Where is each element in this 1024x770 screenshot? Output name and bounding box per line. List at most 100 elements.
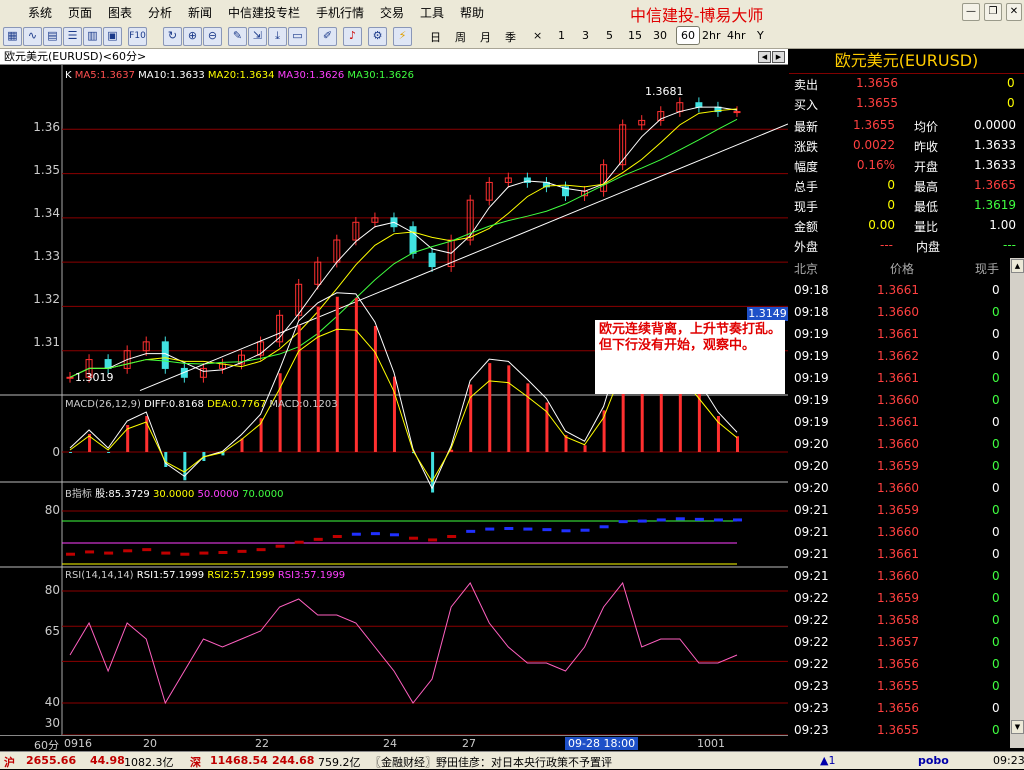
period-month[interactable]: 月 — [480, 29, 491, 45]
trade-row[interactable]: 09:23 1.3655 0 — [789, 719, 1011, 741]
menu-analysis[interactable]: 分析 — [148, 4, 172, 21]
window-icon[interactable]: ▭ — [288, 27, 307, 46]
legend-k: K — [65, 70, 72, 81]
quote-field-value: 1.3665 — [974, 178, 1016, 192]
refresh-icon[interactable]: ↻ — [163, 27, 182, 46]
flash-icon[interactable]: ⚡ — [393, 27, 412, 46]
trade-row[interactable]: 09:20 1.3660 0 — [789, 477, 1011, 499]
trade-time: 09:21 — [794, 503, 829, 517]
tools-icon[interactable]: ⚙ — [368, 27, 387, 46]
report-icon[interactable]: ▣ — [103, 27, 122, 46]
edit-icon[interactable]: ✎ — [228, 27, 247, 46]
sz-index[interactable]: 11468.54 — [210, 754, 268, 767]
trade-row[interactable]: 09:21 1.3660 0 — [789, 521, 1011, 543]
alert-bell-icon[interactable]: ♪ — [343, 27, 362, 46]
chart-prev-icon[interactable]: ◀ — [758, 51, 771, 63]
period-4hr[interactable]: 4hr — [727, 29, 746, 42]
menu-citic-column[interactable]: 中信建投专栏 — [228, 4, 300, 21]
close-icon[interactable]: ✕ — [1006, 3, 1022, 21]
menu-trade[interactable]: 交易 — [380, 4, 404, 21]
period-quarter[interactable]: 季 — [505, 29, 516, 45]
period-year[interactable]: Y — [757, 29, 764, 42]
list-icon[interactable]: ☰ — [63, 27, 82, 46]
chart-next-icon[interactable]: ▶ — [772, 51, 785, 63]
trade-row[interactable]: 09:18 1.3661 0 — [789, 279, 1011, 301]
zoom-in-icon[interactable]: ⊕ — [183, 27, 202, 46]
trade-row[interactable]: 09:21 1.3660 0 — [789, 565, 1011, 587]
draw-icon[interactable]: ✐ — [318, 27, 337, 46]
trade-qty: 0 — [992, 657, 1000, 671]
trade-row[interactable]: 09:21 1.3661 0 — [789, 543, 1011, 565]
trade-row[interactable]: 09:22 1.3657 0 — [789, 631, 1011, 653]
trade-row[interactable]: 09:19 1.3661 0 — [789, 411, 1011, 433]
trade-row[interactable]: 09:19 1.3662 0 — [789, 345, 1011, 367]
kline-icon[interactable]: ▦ — [3, 27, 22, 46]
restore-icon[interactable]: ❐ — [984, 3, 1002, 21]
period-30m[interactable]: 30 — [653, 29, 667, 42]
period-close-icon[interactable]: × — [533, 29, 542, 42]
quote-field-label: 金额 — [794, 220, 819, 234]
bar-icon[interactable]: ▤ — [43, 27, 62, 46]
sh-change: 44.98 — [90, 754, 125, 767]
menu-system[interactable]: 系统 — [28, 4, 52, 21]
trend-icon[interactable]: ∿ — [23, 27, 42, 46]
menu-tools[interactable]: 工具 — [420, 4, 444, 21]
table-icon[interactable]: ▥ — [83, 27, 102, 46]
trade-row[interactable]: 09:19 1.3661 0 — [789, 323, 1011, 345]
sh-index[interactable]: 2655.66 — [26, 754, 76, 767]
macd-bar — [335, 296, 339, 452]
f10-icon[interactable]: F10 — [128, 27, 147, 46]
scroll-up-icon[interactable]: ▲ — [1011, 259, 1024, 273]
trade-row[interactable]: 09:22 1.3656 0 — [789, 653, 1011, 675]
trade-scrollbar[interactable]: ▲ ▼ — [1010, 258, 1024, 748]
period-1m[interactable]: 1 — [558, 29, 565, 42]
trade-qty: 0 — [992, 327, 1000, 341]
b-indicator-mark — [542, 528, 552, 532]
period-2hr[interactable]: 2hr — [702, 29, 721, 42]
period-day[interactable]: 日 — [430, 29, 441, 45]
menu-page[interactable]: 页面 — [68, 4, 92, 21]
trade-row[interactable]: 09:21 1.3659 0 — [789, 499, 1011, 521]
trade-row[interactable]: 09:19 1.3660 0 — [789, 389, 1011, 411]
candle — [428, 252, 436, 268]
quote-field-value: 0 — [887, 198, 895, 212]
trade-row[interactable]: 09:22 1.3658 0 — [789, 609, 1011, 631]
b-indicator-mark — [161, 551, 171, 555]
menu-news[interactable]: 新闻 — [188, 4, 212, 21]
outer-value: --- — [880, 238, 893, 252]
trade-time: 09:23 — [794, 723, 829, 737]
trade-time: 09:20 — [794, 437, 829, 451]
period-5m[interactable]: 5 — [606, 29, 613, 42]
period-15m[interactable]: 15 — [628, 29, 642, 42]
rsi-axis-label: 80 — [44, 583, 60, 597]
b-indicator-mark — [599, 525, 609, 529]
period-week[interactable]: 周 — [455, 29, 466, 45]
trade-row[interactable]: 09:18 1.3660 0 — [789, 301, 1011, 323]
minimize-icon[interactable]: — — [962, 3, 980, 21]
trade-row[interactable]: 09:23 1.3655 0 — [789, 675, 1011, 697]
trade-row[interactable]: 09:19 1.3661 0 — [789, 367, 1011, 389]
trade-price: 1.3660 — [877, 305, 919, 319]
trade-row[interactable]: 09:23 1.3656 0 — [789, 697, 1011, 719]
quote-field-value: 0.16% — [856, 158, 895, 172]
period-60m[interactable]: 60 — [676, 26, 700, 45]
quote-field-value: 1.3619 — [974, 198, 1016, 212]
export-icon[interactable]: ⇲ — [248, 27, 267, 46]
menu-mobile-quotes[interactable]: 手机行情 — [316, 4, 364, 21]
chart-area[interactable]: K MA5:1.3637 MA10:1.3633 MA20:1.3634 MA3… — [0, 65, 788, 735]
download-icon[interactable]: ⤓ — [268, 27, 287, 46]
trade-row[interactable]: 09:20 1.3660 0 — [789, 433, 1011, 455]
legend-dea: DEA:0.7767 — [207, 399, 267, 410]
scroll-down-icon[interactable]: ▼ — [1011, 720, 1024, 734]
b-indicator-mark — [504, 527, 514, 530]
menu-chart[interactable]: 图表 — [108, 4, 132, 21]
trade-time: 09:19 — [794, 393, 829, 407]
x-tick-label: 1001 — [697, 737, 725, 750]
period-3m[interactable]: 3 — [582, 29, 589, 42]
ma-legend: K MA5:1.3637 MA10:1.3633 MA20:1.3634 MA3… — [65, 70, 414, 81]
trade-row[interactable]: 09:20 1.3659 0 — [789, 455, 1011, 477]
trade-row[interactable]: 09:22 1.3659 0 — [789, 587, 1011, 609]
alert-count[interactable]: ▲1 — [820, 754, 835, 767]
zoom-out-icon[interactable]: ⊖ — [203, 27, 222, 46]
menu-help[interactable]: 帮助 — [460, 4, 484, 21]
